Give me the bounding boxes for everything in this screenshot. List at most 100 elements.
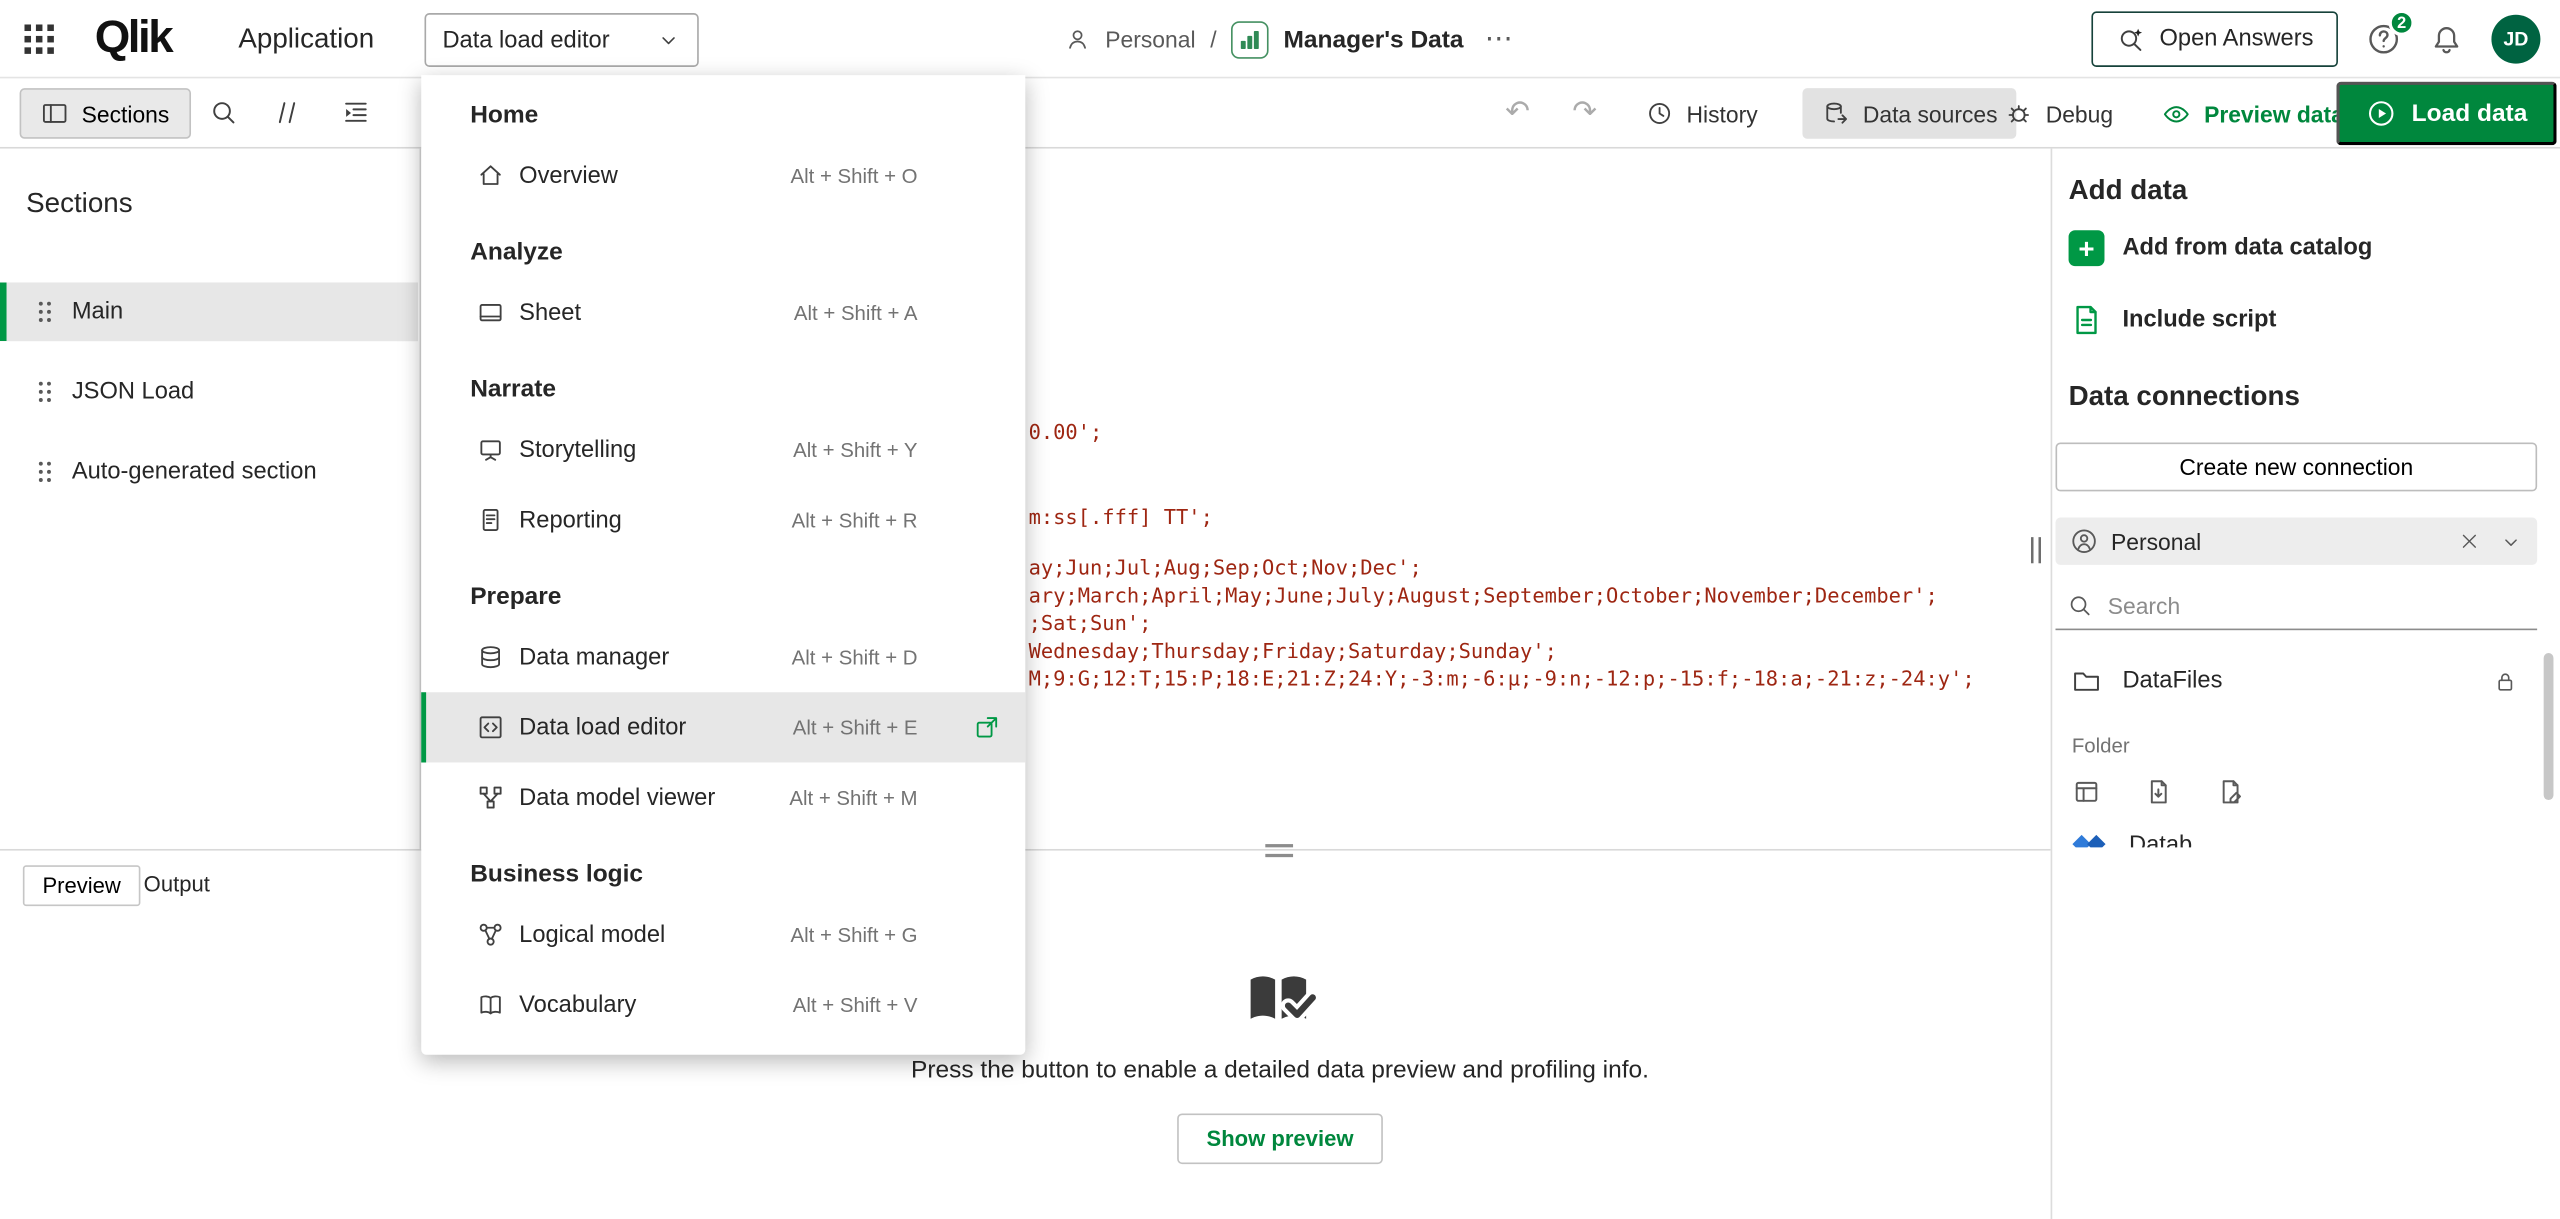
comment-toggle-icon[interactable] [273,98,302,127]
menu-item-data-model-viewer[interactable]: Data model viewer Alt + Shift + M [421,762,1025,832]
section-item-auto-generated[interactable]: Auto-generated section [0,442,418,501]
breadcrumb-space[interactable]: Personal [1105,26,1195,52]
space-filter-dropdown[interactable]: Personal [2056,518,2538,565]
menu-item-reporting[interactable]: Reporting Alt + Shift + R [421,485,1025,555]
menu-item-label: Overview [519,162,618,188]
preview-empty-message: Press the button to enable a detailed da… [911,1056,1649,1084]
user-avatar[interactable]: JD [2491,15,2540,64]
app-launcher-icon[interactable] [23,23,56,56]
menu-item-sheet[interactable]: Sheet Alt + Shift + A [421,278,1025,348]
menu-group-header: Business logic [421,833,1025,900]
menu-item-data-manager[interactable]: Data manager Alt + Shift + D [421,622,1025,692]
open-answers-button[interactable]: Open Answers [2091,11,2338,67]
answers-search-icon [2115,24,2144,53]
edit-connection-icon[interactable] [2216,777,2245,806]
debug-label: Debug [2046,100,2113,126]
topbar-actions: Open Answers 2 JD [2091,0,2540,78]
panel-resize-handle[interactable] [2031,537,2042,563]
clear-icon[interactable] [2459,531,2480,552]
breadcrumb: Personal / Manager's Data ⋯ [1064,0,1519,78]
panel-left-icon [41,100,69,128]
folder-icon [2072,666,2101,695]
drag-handle-icon[interactable] [36,459,52,485]
editor-toolbar: Sections ↶ ↷ History Data sources Debug [0,78,2560,148]
breadcrumb-separator: / [1210,26,1216,52]
connection-item-datafiles[interactable]: DataFiles [2072,666,2223,695]
logical-model-icon [477,921,505,949]
code-line: M;9:G;12:T;15:P;18:E;21:Z;24:Y;-3:m;-6:µ… [1029,666,1975,690]
section-item-main[interactable]: Main [0,282,418,341]
data-sources-icon [1822,100,1850,128]
menu-item-data-load-editor[interactable]: Data load editor Alt + Shift + E [421,692,1025,762]
space-filter-value: Personal [2111,528,2201,554]
connection-name: DataFiles [2122,668,2222,694]
menu-item-overview[interactable]: Overview Alt + Shift + O [421,140,1025,210]
connection-type: Folder [2072,735,2130,758]
storytelling-icon [477,436,505,464]
sections-list: Main JSON Load Auto-generated section [0,282,418,522]
data-sources-button[interactable]: Data sources [1802,88,2017,139]
section-item-json-load[interactable]: JSON Load [0,362,418,421]
load-data-label: Load data [2412,100,2528,128]
product-label: Application [238,23,374,56]
select-data-icon[interactable] [2072,777,2101,806]
history-label: History [1687,100,1758,126]
preview-data-button[interactable]: Preview data [2162,78,2344,148]
insert-script-icon[interactable] [2144,777,2173,806]
clock-icon [1646,100,1674,128]
menu-item-label: Vocabulary [519,992,636,1018]
menu-item-shortcut: Alt + Shift + V [793,993,918,1016]
add-data-panel: Add data + Add from data catalog Include… [2051,149,2560,1219]
help-button[interactable]: 2 [2366,21,2402,57]
menu-item-storytelling[interactable]: Storytelling Alt + Shift + Y [421,415,1025,485]
pane-split-handle[interactable] [1265,844,1293,857]
show-preview-button[interactable]: Show preview [1177,1113,1383,1164]
preview-data-label: Preview data [2204,100,2344,126]
load-data-button[interactable]: Load data [2337,82,2557,146]
menu-item-logical-model[interactable]: Logical model Alt + Shift + G [421,900,1025,970]
include-script-button[interactable]: Include script [2069,299,2277,341]
menu-item-label: Reporting [519,507,622,533]
drag-handle-icon[interactable] [36,299,52,325]
sections-toggle-label: Sections [82,100,170,126]
menu-item-label: Storytelling [519,437,636,463]
connection-search-input[interactable] [2108,593,2467,619]
menu-item-vocabulary[interactable]: Vocabulary Alt + Shift + V [421,970,1025,1040]
database-connector-icon [2072,833,2108,848]
menu-item-shortcut: Alt + Shift + G [790,923,917,946]
scrollbar-thumb[interactable] [2544,653,2554,800]
top-bar: Qlik Application Data load editor Person… [0,0,2560,78]
tab-output[interactable]: Output [144,872,210,896]
qlik-logo: Qlik [95,11,172,63]
connections-list: DataFiles Folder Datab [2052,653,2542,847]
connection-name: Datab [2129,833,2192,848]
add-data-title: Add data [2069,175,2188,208]
bell-icon[interactable] [2429,22,2463,56]
code-line: Wednesday;Thursday;Friday;Saturday;Sunda… [1029,638,1557,662]
menu-item-shortcut: Alt + Shift + R [792,509,918,532]
connection-item-partial[interactable]: Datab [2072,833,2192,848]
vocabulary-icon [477,991,505,1019]
undo-icon[interactable]: ↶ [1505,96,1530,125]
open-in-new-icon[interactable] [973,713,1001,741]
redo-icon[interactable]: ↷ [1572,96,1597,125]
person-icon [2070,527,2098,555]
app-more-menu-button[interactable]: ⋯ [1478,23,1519,56]
drag-handle-icon[interactable] [36,379,52,405]
book-check-icon [1239,971,1321,1030]
indent-icon[interactable] [341,98,370,127]
add-from-catalog-button[interactable]: + Add from data catalog [2069,227,2373,269]
debug-button[interactable]: Debug [2005,78,2113,148]
view-selector-dropdown[interactable]: Data load editor [424,13,698,67]
menu-item-shortcut: Alt + Shift + E [793,716,918,739]
app-thumbnail-icon [1231,20,1269,58]
open-answers-label: Open Answers [2159,26,2313,52]
data-model-icon [477,784,505,812]
tab-preview[interactable]: Preview [23,865,141,906]
create-connection-button[interactable]: Create new connection [2056,442,2538,491]
search-icon[interactable] [209,98,238,127]
menu-item-label: Data model viewer [519,784,715,810]
history-button[interactable]: History [1646,78,1758,148]
sections-toggle-button[interactable]: Sections [20,88,191,139]
chevron-down-icon[interactable] [2500,530,2523,553]
